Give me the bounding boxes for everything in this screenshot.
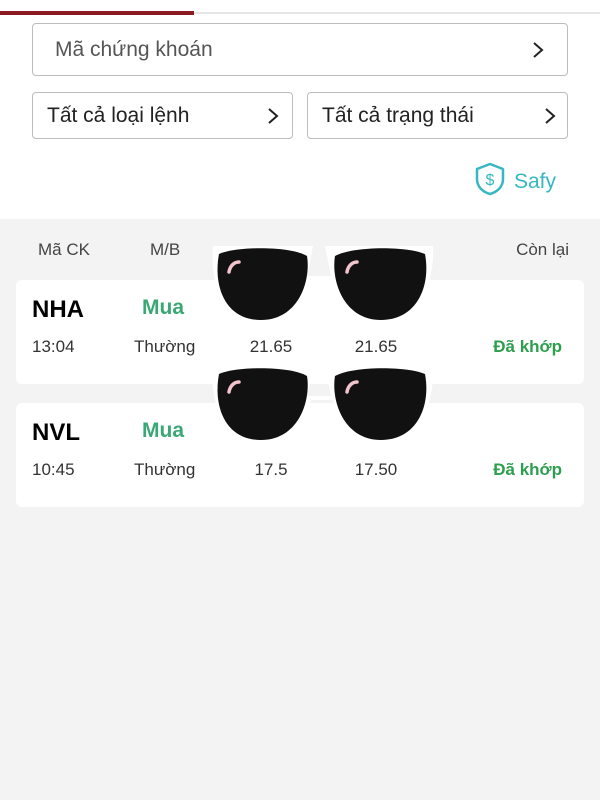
sunglasses-sticker-icon (212, 366, 434, 446)
safy-button[interactable]: $ Safy (474, 162, 556, 201)
stock-code-filter-label: Mã chứng khoán (55, 37, 213, 61)
matched-price: 17.50 (354, 460, 398, 479)
order-type: Thường (134, 460, 196, 479)
order-type-filter[interactable]: Tất cả loại lệnh (32, 92, 293, 139)
chevron-right-icon (262, 105, 284, 127)
order-side: Mua (142, 296, 184, 319)
order-side: Mua (142, 419, 184, 442)
order-price: 21.65 (249, 337, 293, 356)
order-time: 13:04 (32, 337, 75, 356)
order-type-filter-label: Tất cả loại lệnh (47, 103, 190, 127)
order-type: Thường (134, 337, 196, 356)
order-time: 10:45 (32, 460, 75, 479)
chevron-right-icon (527, 39, 549, 61)
order-price: 17.5 (254, 460, 288, 479)
safy-label: Safy (514, 169, 557, 193)
shield-dollar-icon: $ (474, 162, 506, 201)
matched-price: 21.65 (354, 337, 398, 356)
status-filter[interactable]: Tất cả trạng thái (307, 92, 568, 139)
column-header-remaining: Còn lại (516, 240, 569, 259)
order-stock-code: NVL (32, 419, 80, 446)
order-status: Đã khớp (493, 337, 562, 356)
chevron-right-icon (539, 105, 561, 127)
column-header-code: Mã CK (38, 240, 90, 259)
svg-text:$: $ (486, 172, 495, 189)
active-tab-indicator (0, 11, 194, 15)
stock-code-filter[interactable]: Mã chứng khoán (32, 23, 568, 76)
order-stock-code: NHA (32, 296, 84, 323)
order-status: Đã khớp (493, 460, 562, 479)
status-filter-label: Tất cả trạng thái (322, 103, 474, 127)
sunglasses-sticker-icon (212, 246, 434, 326)
column-header-side: M/B (150, 240, 181, 259)
